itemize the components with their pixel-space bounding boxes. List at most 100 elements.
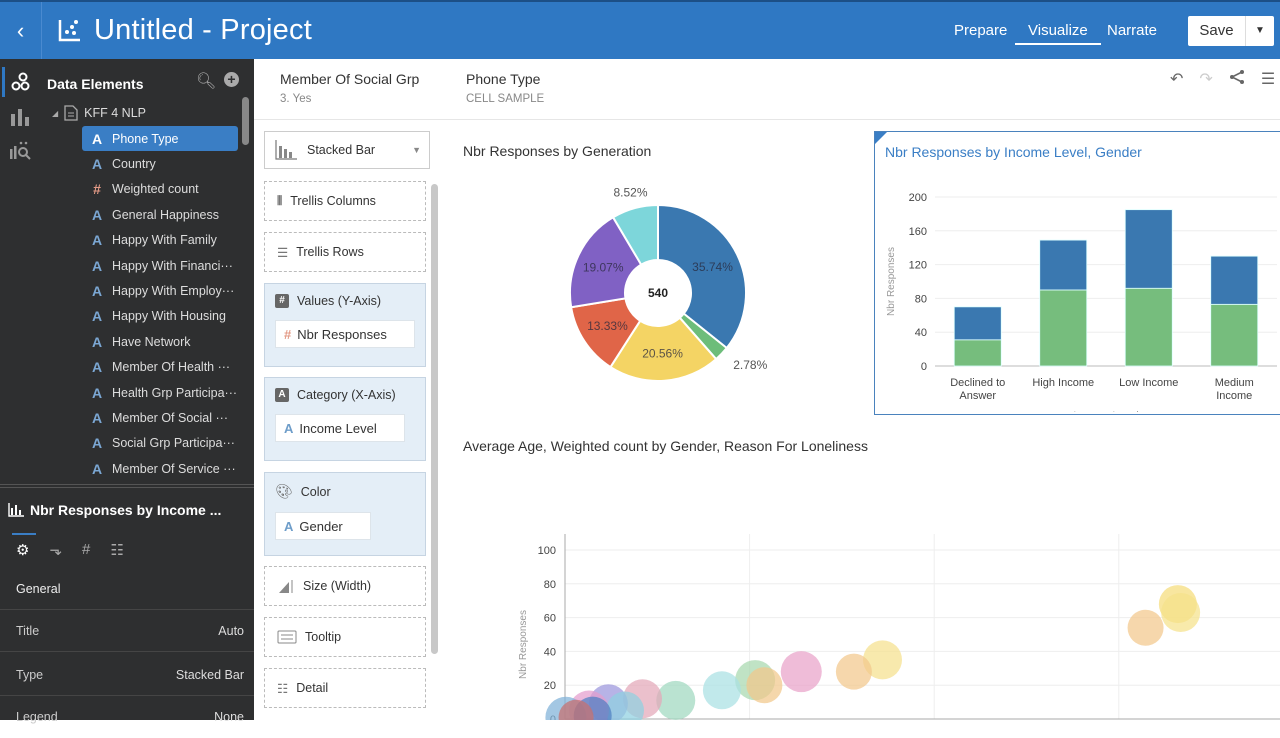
add-icon[interactable]: + xyxy=(224,72,239,87)
color-chip-gender[interactable]: A Gender xyxy=(275,512,371,540)
bar-chart-panel[interactable]: Nbr Responses by Income Level, Gender 0 4… xyxy=(874,131,1280,415)
bar-chart-icon xyxy=(8,503,24,517)
data-element-list: A Phone Type A Country # Weighted count A Ge… xyxy=(82,126,238,481)
x-tick-label: Low Income xyxy=(1119,377,1178,389)
back-button[interactable]: ‹ xyxy=(0,2,42,59)
data-list-scrollbar[interactable] xyxy=(242,97,249,145)
visualization-type-select[interactable]: Stacked Bar ▼ xyxy=(264,131,430,169)
filter-member-of-social-grp[interactable]: Member Of Social Grp 3. Yes xyxy=(280,71,419,105)
data-element-item[interactable]: A Happy With Housing xyxy=(82,304,238,329)
scatter-chart-title: Average Age, Weighted count by Gender, R… xyxy=(463,438,868,454)
data-element-item[interactable]: A Country xyxy=(82,151,238,176)
properties-tabs: ⚙ ⬎ # ☷ xyxy=(16,541,124,559)
bar-chart-title: Nbr Responses by Income Level, Gender xyxy=(885,144,1142,160)
data-elements-icon[interactable] xyxy=(9,71,31,93)
axis-icon[interactable]: ⬎ xyxy=(49,541,62,559)
values-y-axis-well[interactable]: # Values (Y-Axis) # Nbr Responses xyxy=(264,283,426,367)
document-icon xyxy=(64,105,78,121)
trellis-rows-dropzone[interactable]: ☰ Trellis Rows xyxy=(264,232,426,272)
grammar-scrollbar[interactable] xyxy=(431,184,438,654)
data-element-item[interactable]: A Have Network xyxy=(82,329,238,354)
panel-splitter[interactable] xyxy=(0,484,254,488)
data-element-item[interactable]: A Member Of Service ··· xyxy=(82,456,238,481)
data-element-item[interactable]: A Member Of Social ··· xyxy=(82,405,238,430)
data-element-item[interactable]: A Social Grp Participa··· xyxy=(82,431,238,456)
analytics-tab-icon[interactable]: ☷ xyxy=(110,541,123,559)
data-element-item[interactable]: A Happy With Financi··· xyxy=(82,253,238,278)
general-settings-gear-icon[interactable]: ⚙ xyxy=(16,541,29,559)
pie-slice-label: 2.78% xyxy=(733,358,767,372)
nav-prepare[interactable]: Prepare xyxy=(954,22,1007,39)
pie-chart-title: Nbr Responses by Generation xyxy=(463,143,652,159)
measure-icon: # xyxy=(284,326,292,342)
y-tick-label: 40 xyxy=(544,646,556,658)
menu-icon[interactable]: ☰ xyxy=(1261,69,1275,89)
bubble-point xyxy=(1161,593,1201,633)
y-tick-label: 80 xyxy=(915,293,927,305)
attribute-icon: A xyxy=(91,308,103,325)
search-icon[interactable]: 🔍︎ xyxy=(196,71,216,91)
attribute-icon: A xyxy=(91,130,103,147)
chevron-left-icon: ‹ xyxy=(16,17,25,43)
attribute-icon: A xyxy=(284,420,294,436)
data-element-item[interactable]: A Member Of Health ··· xyxy=(82,355,238,380)
attribute-icon: A xyxy=(91,206,103,223)
save-button[interactable]: Save xyxy=(1188,16,1246,46)
size-dropzone[interactable]: Size (Width) xyxy=(264,566,426,606)
detail-dropzone[interactable]: ☷ Detail xyxy=(264,668,426,708)
redo-icon[interactable]: ↷ xyxy=(1199,69,1212,89)
bar-segment xyxy=(1210,255,1259,305)
attribute-icon: A xyxy=(91,232,103,249)
tooltip-dropzone[interactable]: Tooltip xyxy=(264,617,426,657)
save-dropdown-button[interactable]: ▼ xyxy=(1246,16,1274,46)
property-row-legend[interactable]: Legend None xyxy=(0,696,254,738)
property-row-type[interactable]: Type Stacked Bar xyxy=(0,654,254,696)
data-element-item[interactable]: A Happy With Employ··· xyxy=(82,278,238,303)
data-element-item[interactable]: A Health Grp Participa··· xyxy=(82,380,238,405)
data-panel: Data Elements 🔍︎ + ◢ KFF 4 NLP A Phone Ty… xyxy=(0,59,254,724)
attribute-badge-icon: A xyxy=(275,388,289,402)
filter-phone-type[interactable]: Phone Type CELL SAMPLE xyxy=(466,71,544,105)
detail-icon: ☷ xyxy=(277,681,289,696)
data-element-item[interactable]: # Weighted count xyxy=(82,177,238,202)
measure-icon: # xyxy=(93,181,101,198)
bubble-point xyxy=(746,667,783,704)
bar-segment xyxy=(1039,239,1088,291)
tooltip-icon xyxy=(277,630,297,644)
number-format-hash-icon[interactable]: # xyxy=(82,541,90,559)
data-element-item[interactable]: A General Happiness xyxy=(82,202,238,227)
properties-tab-indicator xyxy=(12,533,36,535)
pie-slice-label: 8.52% xyxy=(613,186,647,200)
category-x-axis-well[interactable]: A Category (X-Axis) A Income Level xyxy=(264,377,426,461)
pie-slice-label: 35.74% xyxy=(692,260,733,274)
x-axis-title: Income Level xyxy=(1073,410,1138,412)
values-chip-nbr-responses[interactable]: # Nbr Responses xyxy=(275,320,415,348)
visualizations-icon[interactable] xyxy=(9,106,31,128)
y-tick-label: 100 xyxy=(538,545,556,557)
size-icon xyxy=(279,580,293,593)
analytics-icon[interactable] xyxy=(9,139,31,161)
nav-visualize[interactable]: Visualize xyxy=(1015,22,1101,45)
y-tick-label: 80 xyxy=(544,579,556,591)
attribute-icon: A xyxy=(91,409,103,426)
icon-rail xyxy=(0,59,38,484)
category-chip-income-level[interactable]: A Income Level xyxy=(275,414,405,442)
y-tick-label: 0 xyxy=(921,361,927,373)
nav-narrate[interactable]: Narrate xyxy=(1107,22,1157,39)
x-tick-label: High Income xyxy=(1032,377,1094,389)
bar-segment xyxy=(1124,209,1173,289)
attribute-icon: A xyxy=(91,156,103,173)
trellis-columns-dropzone[interactable]: ⫴ Trellis Columns xyxy=(264,181,426,221)
data-element-item[interactable]: A Happy With Family xyxy=(82,228,238,253)
data-element-item[interactable]: A Phone Type xyxy=(82,126,238,152)
bubble-point xyxy=(702,671,741,710)
bubble-point xyxy=(780,651,822,693)
color-well[interactable]: 🎨︎ Color A Gender xyxy=(264,472,426,556)
share-icon[interactable] xyxy=(1229,69,1245,85)
undo-icon[interactable]: ↶ xyxy=(1170,69,1183,89)
trellis-columns-icon: ⫴ xyxy=(277,193,283,208)
dataset-node[interactable]: ◢ KFF 4 NLP xyxy=(52,105,146,121)
top-bar: ‹ Untitled - Project Prepare Visualize N… xyxy=(0,0,1280,59)
property-row-title[interactable]: Title Auto xyxy=(0,610,254,652)
expand-triangle-icon[interactable]: ◢ xyxy=(52,109,58,118)
